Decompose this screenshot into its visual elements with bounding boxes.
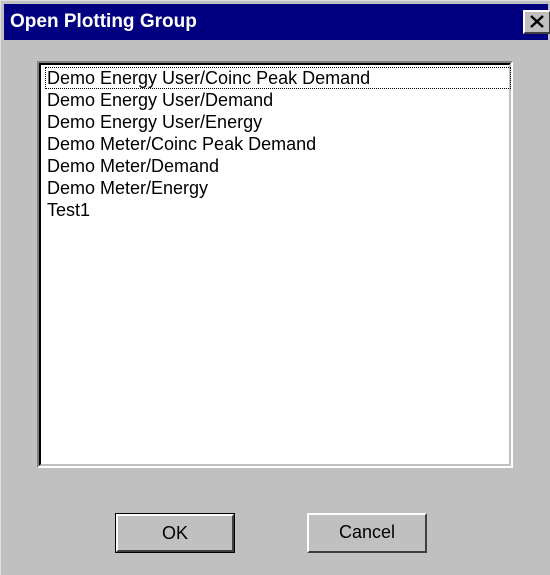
- list-item[interactable]: Test1: [45, 199, 94, 221]
- close-x-icon: [530, 15, 544, 28]
- list-item[interactable]: Demo Energy User/Demand: [45, 89, 277, 111]
- title-bar[interactable]: Open Plotting Group: [4, 4, 548, 40]
- list-item[interactable]: Demo Meter/Demand: [45, 155, 223, 177]
- list-item[interactable]: Demo Meter/Energy: [45, 177, 212, 199]
- ok-button[interactable]: OK: [115, 513, 235, 553]
- dialog-title: Open Plotting Group: [10, 11, 197, 33]
- ok-button-label: OK: [116, 514, 234, 552]
- plotting-group-list[interactable]: Demo Energy User/Coinc Peak Demand Demo …: [37, 61, 513, 468]
- close-button[interactable]: [523, 10, 550, 34]
- list-item[interactable]: Demo Energy User/Coinc Peak Demand: [45, 67, 511, 89]
- list-item[interactable]: Demo Meter/Coinc Peak Demand: [45, 133, 320, 155]
- list-item[interactable]: Demo Energy User/Energy: [45, 111, 266, 133]
- cancel-button[interactable]: Cancel: [307, 513, 427, 553]
- open-plotting-group-dialog: Open Plotting Group Demo Energy User/Coi…: [0, 0, 550, 575]
